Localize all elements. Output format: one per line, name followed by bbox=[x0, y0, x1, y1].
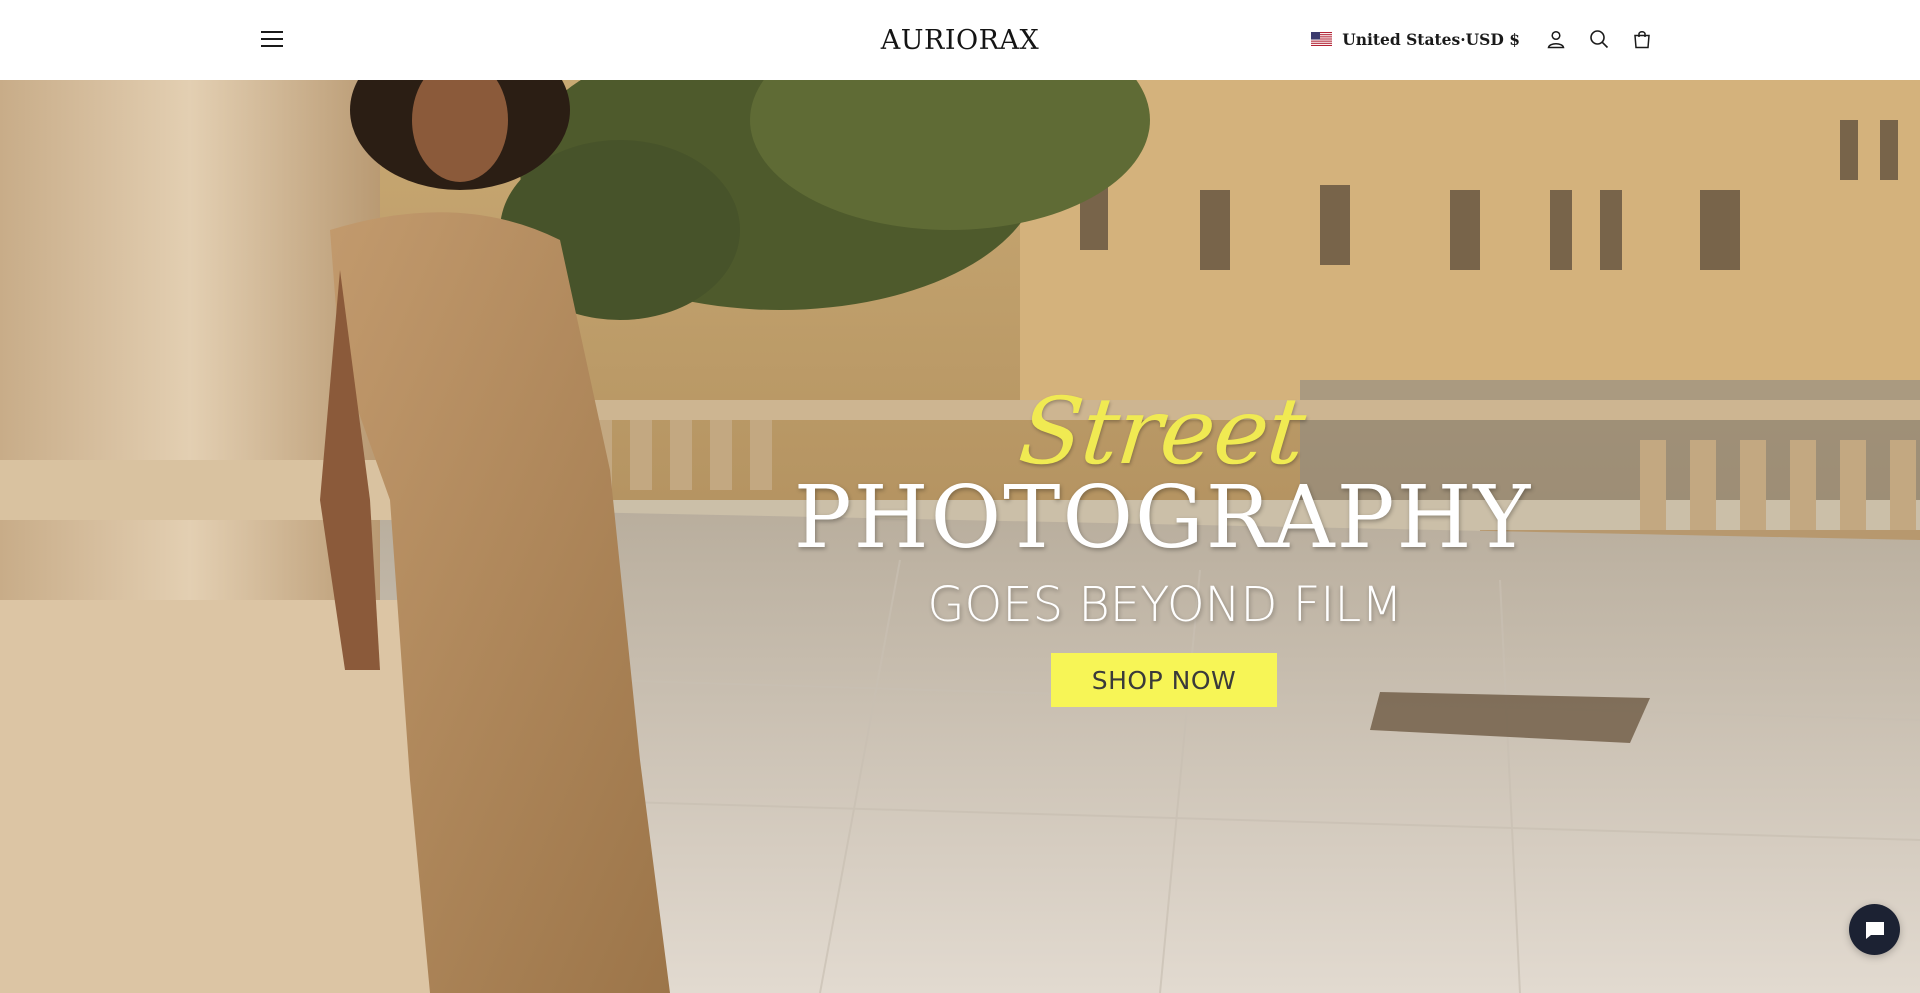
header-actions: United States·USD $ bbox=[1311, 24, 1663, 54]
search-button[interactable] bbox=[1577, 24, 1620, 54]
cart-bag-icon bbox=[1633, 31, 1650, 49]
locale-selector[interactable]: United States·USD $ bbox=[1311, 30, 1520, 49]
hamburger-menu-icon bbox=[261, 31, 283, 47]
site-logo[interactable]: AURIORAX bbox=[881, 25, 1039, 56]
account-button[interactable] bbox=[1534, 24, 1577, 54]
chat-button[interactable] bbox=[1849, 904, 1900, 955]
search-icon bbox=[1589, 30, 1608, 49]
cart-button[interactable] bbox=[1620, 24, 1663, 54]
locale-label: United States·USD $ bbox=[1342, 29, 1520, 49]
hero-subtitle: GOES BEYOND FILM bbox=[927, 577, 1403, 633]
hero-title: PHOTOGRAPHY bbox=[793, 468, 1533, 568]
shop-now-button[interactable]: SHOP NOW bbox=[1051, 653, 1277, 707]
site-header: AURIORAX United States·USD $ bbox=[0, 0, 1920, 80]
hero-banner[interactable]: Street PHOTOGRAPHY GOES BEYOND FILM SHOP… bbox=[0, 80, 1920, 993]
us-flag-icon bbox=[1311, 32, 1333, 46]
chat-bubble-icon bbox=[1865, 921, 1884, 939]
menu-button[interactable] bbox=[254, 24, 290, 54]
account-icon bbox=[1547, 30, 1564, 49]
